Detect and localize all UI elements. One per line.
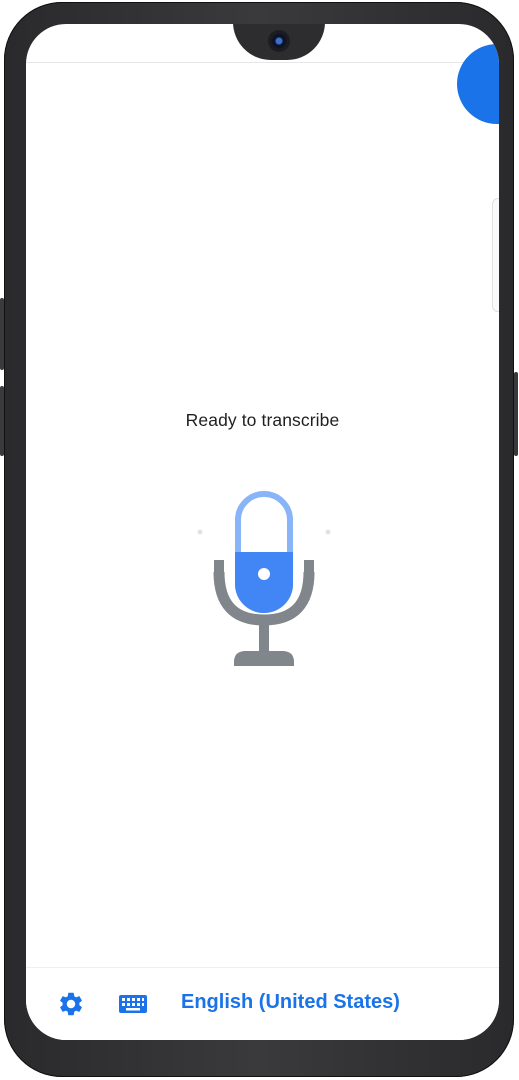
sound-dot-left [197, 529, 203, 535]
power-button [514, 372, 518, 456]
mic-holder-left [214, 560, 224, 574]
keyboard-icon[interactable] [118, 992, 148, 1016]
volume-up-button [0, 298, 4, 370]
transcribe-status: Ready to transcribe [185, 410, 340, 430]
sound-dot-right [325, 529, 331, 535]
volume-down-button [0, 386, 4, 456]
mic-center-dot [258, 568, 270, 580]
mic-base [234, 651, 294, 666]
phone-frame: Ready to transcribe English (United Stat… [0, 2, 518, 1077]
front-camera [268, 30, 290, 52]
gear-icon[interactable] [57, 990, 85, 1018]
microphone-icon[interactable] [196, 470, 332, 666]
mic-level-fill [235, 552, 293, 613]
edge-panel-handle[interactable] [492, 198, 499, 312]
status-bar-divider [26, 62, 499, 63]
mic-holder-right [304, 560, 314, 574]
screen: Ready to transcribe English (United Stat… [26, 24, 499, 1040]
floating-action-button[interactable] [457, 44, 499, 124]
language-selector[interactable]: English (United States) [181, 991, 400, 1014]
bottom-toolbar: English (United States) [26, 967, 499, 1040]
display-notch [233, 24, 325, 60]
